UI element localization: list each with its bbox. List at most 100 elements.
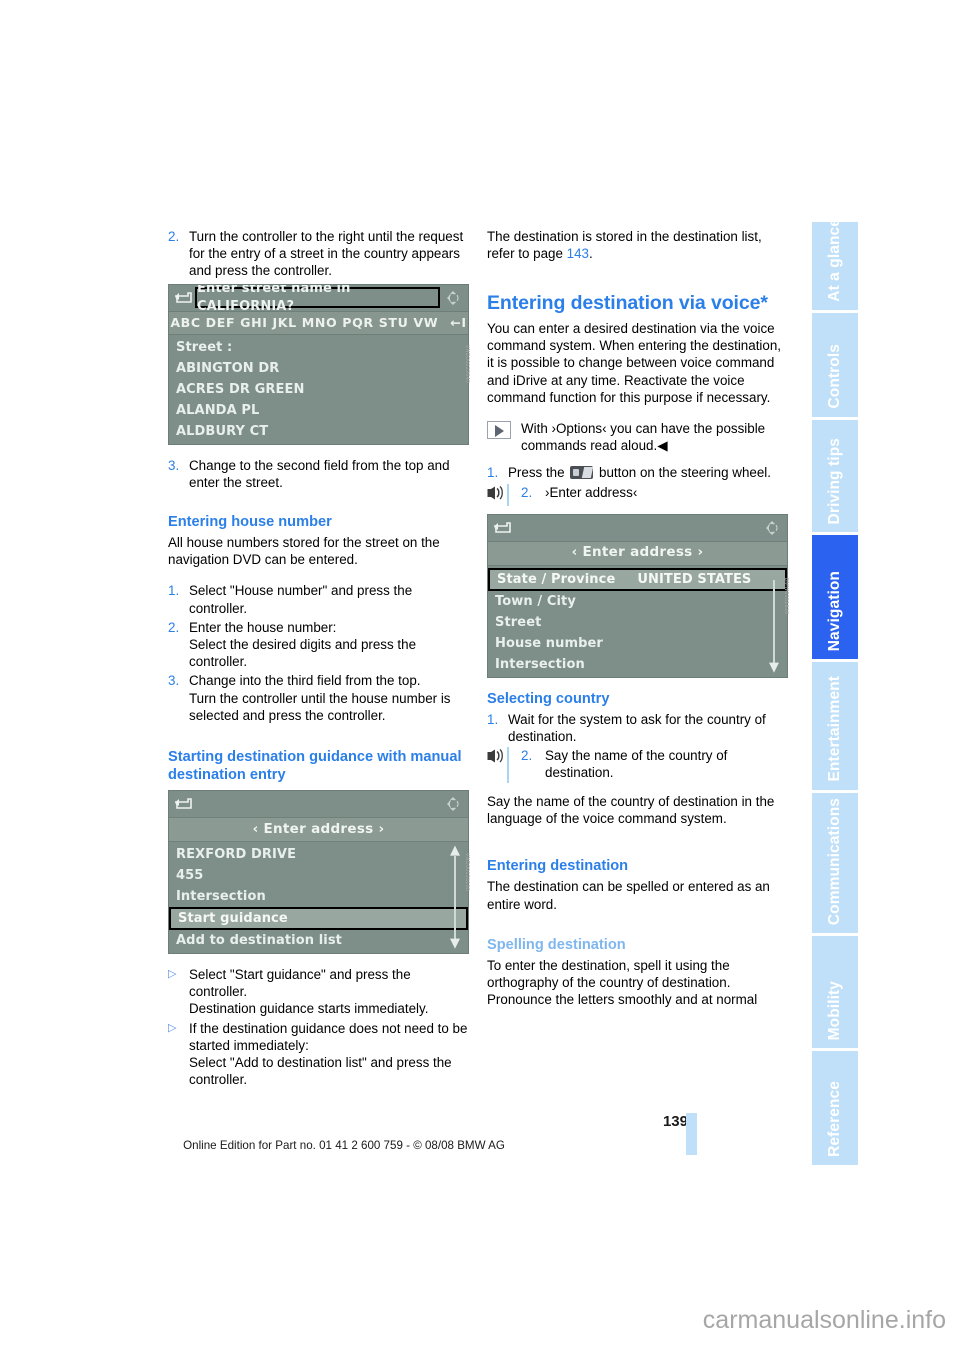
play-triangle-icon <box>487 420 521 439</box>
section-tab-rail: At a glance Controls Driving tips Naviga… <box>812 222 858 1165</box>
voice-accent-bar <box>507 483 509 506</box>
step-text: Turn the controller to the right until t… <box>189 229 464 279</box>
spelling-destination-text: To enter the destination, spell it using… <box>487 957 758 1008</box>
idrive-title: Enter street name in CALIFORNIA? <box>195 285 440 314</box>
tab-label: Mobility <box>826 980 843 1040</box>
list-item[interactable]: Intersection <box>488 654 787 675</box>
step-number: 1. <box>168 583 180 599</box>
list-item-selected[interactable]: Start guidance <box>169 907 468 931</box>
figure-code: BMW0151818 <box>783 577 790 614</box>
step-number: 1. <box>487 465 499 481</box>
tab-communications[interactable]: Communications <box>812 793 858 933</box>
idrive-titlebar <box>169 791 468 818</box>
tab-at-a-glance[interactable]: At a glance <box>812 222 858 310</box>
tab-label: Driving tips <box>826 437 843 524</box>
figure-start-guidance: ‹ Enter address › REXFORD DRIVE 455 Inte… <box>168 790 469 955</box>
idrive-screen-street: Enter street name in CALIFORNIA? ABC DEF… <box>168 283 469 445</box>
backspace-icon[interactable]: ←I <box>450 314 466 331</box>
section-heading-selecting-country: Selecting country <box>487 690 610 707</box>
idrive-controller-icon <box>761 519 783 537</box>
step-text: Select "House number" and press the cont… <box>189 583 413 616</box>
list-item: ▷ Select "Start guidance" and press the … <box>168 966 469 1018</box>
idrive-controller-icon <box>442 289 464 307</box>
bullet-text: Select "Start guidance" and press the co… <box>189 967 429 1017</box>
list-item[interactable]: Intersection <box>169 886 468 907</box>
list-item[interactable]: ALANDA PL <box>169 400 468 421</box>
list-item[interactable]: ACRES DR GREEN <box>169 379 468 400</box>
scroll-down-icon[interactable]: ▼ <box>767 661 781 674</box>
list-item: 2. Turn the controller to the right unti… <box>168 228 469 280</box>
section-heading-house-number: Entering house number <box>168 514 332 531</box>
scroll-down-icon[interactable]: ▼ <box>448 937 462 950</box>
step-text: Change to the second field from the top … <box>189 457 450 490</box>
tab-label: Communications <box>826 797 843 925</box>
tab-label: At a glance <box>826 222 843 302</box>
tab-driving-tips[interactable]: Driving tips <box>812 420 858 532</box>
tab-controls[interactable]: Controls <box>812 313 858 417</box>
stored-note-suffix: . <box>589 246 593 262</box>
list-item-selected[interactable]: State / Province UNITED STATES <box>488 567 787 591</box>
voice-command-icon <box>487 483 521 506</box>
tab-entertainment[interactable]: Entertainment <box>812 662 858 790</box>
list-item: 1. Select "House number" and press the c… <box>168 582 469 616</box>
tab-label: Reference <box>826 1081 843 1157</box>
idrive-street-list: Street : ABINGTON DR ACRES DR GREEN ALAN… <box>169 334 468 444</box>
tab-reference[interactable]: Reference <box>812 1051 858 1165</box>
list-item: 1. Press the button on the steering whee… <box>487 464 788 481</box>
tab-label: Entertainment <box>826 676 843 782</box>
list-item[interactable]: 455 <box>169 865 468 886</box>
step-number: 3. <box>168 673 180 689</box>
step-number: 3. <box>168 457 180 473</box>
step-text-pre: Press the <box>508 465 569 481</box>
idrive-menu-title: ‹ Enter address › <box>488 540 787 566</box>
row-value: UNITED STATES <box>637 571 752 587</box>
step-text: Enter the house number: Select the desir… <box>189 619 417 670</box>
idrive-guidance-list: REXFORD DRIVE 455 Intersection Start gui… <box>169 842 468 954</box>
step-number: 2. <box>521 747 533 763</box>
list-item: 2. Say the name of the country of destin… <box>487 746 788 783</box>
country-language-note: Say the name of the country of destinati… <box>487 793 775 827</box>
stored-destination-note: The destination is stored in the destina… <box>487 228 788 262</box>
step-text: Wait for the system to ask for the count… <box>508 711 766 744</box>
list-item: 3. Change to the second field from the t… <box>168 457 469 491</box>
idrive-controller-icon <box>442 795 464 813</box>
list-item[interactable]: Add to destination list <box>169 930 468 951</box>
site-watermark: carmanualsonline.info <box>702 1306 946 1334</box>
list-item[interactable]: ALDBURY CT <box>169 421 468 442</box>
bullet-triangle-icon: ▷ <box>168 1021 177 1034</box>
list-item: 3. Change into the third field from the … <box>168 672 469 724</box>
list-item[interactable]: Town / City <box>488 591 787 612</box>
bullet-triangle-icon: ▷ <box>168 968 177 981</box>
scroll-track <box>454 856 456 940</box>
page-number: 139 <box>662 1113 688 1130</box>
list-item: 1. Wait for the system to ask for the co… <box>487 711 788 745</box>
idrive-address-list: State / Province UNITED STATES Town / Cit… <box>488 565 787 677</box>
section-heading-start-guidance: Starting destination guidance with manua… <box>168 749 462 784</box>
right-column: The destination is stored in the destina… <box>487 228 789 1022</box>
list-item[interactable]: ABINGTON DR <box>169 358 468 379</box>
scroll-track <box>773 579 775 663</box>
step-text-post: button on the steering wheel. <box>595 465 771 481</box>
page-title: Entering destination via voice* <box>487 292 768 315</box>
tab-mobility[interactable]: Mobility <box>812 936 858 1048</box>
left-column: 2. Turn the controller to the right unti… <box>168 228 469 1090</box>
voice-command-icon <box>487 746 521 783</box>
page-cross-reference[interactable]: 143 <box>567 246 589 261</box>
back-arrow-icon[interactable] <box>173 796 193 812</box>
figure-code: VND00122040 <box>463 344 470 384</box>
figure-code: VND00125190 <box>463 852 470 892</box>
back-arrow-icon[interactable] <box>173 290 193 306</box>
tab-navigation[interactable]: Navigation <box>812 535 858 659</box>
steering-wheel-button-icon <box>570 466 594 480</box>
footer-note: Online Edition for Part no. 01 41 2 600 … <box>183 1139 505 1152</box>
idrive-screen-address: ‹ Enter address › State / Province UNITED… <box>487 513 788 678</box>
step-text: Say the name of the country of destinati… <box>545 747 728 781</box>
list-item[interactable]: REXFORD DRIVE <box>169 844 468 865</box>
list-item[interactable]: Street : <box>169 337 468 358</box>
idrive-titlebar: Enter street name in CALIFORNIA? <box>169 284 468 314</box>
list-item[interactable]: Street <box>488 612 787 633</box>
back-arrow-icon[interactable] <box>492 520 512 536</box>
list-item: 2. Enter the house number: Select the de… <box>168 619 469 671</box>
entering-destination-text: The destination can be spelled or entere… <box>487 879 770 912</box>
list-item[interactable]: House number <box>488 633 787 654</box>
